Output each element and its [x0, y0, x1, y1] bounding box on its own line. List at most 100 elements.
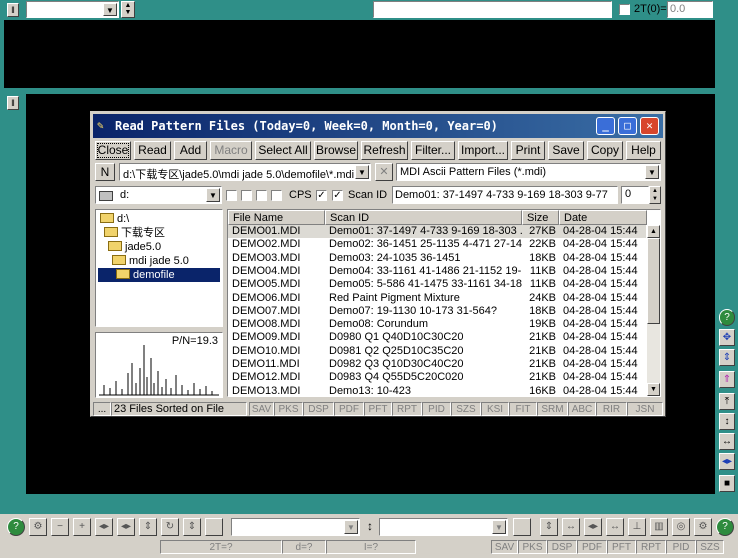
bottom-status-tag[interactable]: DSP [547, 540, 577, 554]
move-up-icon[interactable]: ↕ [719, 413, 735, 430]
column-scan-id[interactable]: Scan ID [325, 210, 522, 225]
move-horizontal-icon[interactable]: ↔ [719, 433, 735, 450]
refresh-icon[interactable]: ↻ [161, 518, 179, 536]
status-tag[interactable]: DSP [303, 402, 334, 416]
tree-item-downloads[interactable]: 下载专区 [104, 226, 165, 240]
help-icon[interactable]: ? [7, 518, 25, 536]
drive-combo[interactable]: d: ▼ [95, 186, 222, 204]
shift-horizontal-icon[interactable]: ◂▸ [95, 518, 113, 536]
horizontal-scale-icon[interactable]: ↔ [562, 518, 580, 536]
scroll-down-button[interactable]: ▼ [647, 383, 660, 396]
tree-item-root[interactable]: d:\ [100, 212, 129, 226]
stop-icon[interactable]: ■ [719, 475, 735, 492]
top-field[interactable] [373, 1, 612, 18]
file-row[interactable]: DEMO08.MDI Demo08: Corundum 19KB 04-28-04 1… [228, 318, 646, 331]
option-checkbox-2[interactable] [241, 190, 252, 201]
twotheta-value[interactable]: 0.0 [667, 1, 713, 18]
clear-path-button[interactable]: ✕ [375, 163, 393, 181]
move-top-icon[interactable]: ⤒ [719, 393, 735, 410]
chevron-down-icon[interactable]: ▼ [344, 520, 358, 534]
file-row[interactable]: DEMO09.MDI D0980 Q1 Q40D10C30C20 21KB 04-28… [228, 331, 646, 344]
status-tag[interactable]: PKS [274, 402, 303, 416]
scan-id-field[interactable]: Demo01: 37-1497 4-733 9-169 18-303 9-77 [392, 186, 618, 204]
close-window-button[interactable]: ✕ [640, 117, 659, 135]
compress-vertical-icon[interactable]: ⇕ [719, 349, 735, 366]
read-button[interactable]: Read [134, 141, 171, 160]
scroll-horizontal-icon[interactable]: ◂▸ [719, 453, 735, 470]
help-icon-2[interactable]: ? [716, 518, 734, 536]
scroll-thumb[interactable] [647, 238, 660, 324]
peak-icon[interactable]: ⊥ [628, 518, 646, 536]
status-tag[interactable]: PFT [364, 402, 392, 416]
status-tag[interactable]: KSI [481, 402, 509, 416]
close-button[interactable]: Close [95, 141, 131, 160]
macro-button[interactable]: Macro [210, 141, 252, 160]
select-all-button[interactable]: Select All [255, 141, 311, 160]
file-row[interactable]: DEMO03.MDI Demo03: 24-1035 36-1451 18KB 04-… [228, 252, 646, 265]
status-tag[interactable]: SZS [451, 402, 481, 416]
chevron-down-icon[interactable]: ▼ [492, 520, 506, 534]
plus-icon[interactable]: + [73, 518, 91, 536]
bar-chart-icon[interactable]: ▥ [650, 518, 668, 536]
status-tag[interactable]: SRM [537, 402, 568, 416]
chevron-down-icon[interactable]: ▼ [103, 3, 117, 16]
filter-button[interactable]: Filter... [411, 141, 455, 160]
tree-item-demofile[interactable]: demofile [98, 268, 220, 282]
file-row[interactable]: DEMO06.MDI Red Paint Pigment Mixture 24KB 0… [228, 292, 646, 305]
file-row[interactable]: DEMO02.MDI Demo02: 36-1451 25-1135 4-471 … [228, 238, 646, 251]
file-row[interactable]: DEMO12.MDI D0983 Q4 Q55D5C20C020 21KB 04-28… [228, 371, 646, 384]
cps-checkbox[interactable]: ✓ [316, 190, 327, 201]
bottom-status-tag[interactable]: PID [666, 540, 696, 554]
dialog-title-bar[interactable]: ✎ Read Pattern Files (Today=0, Week=0, M… [93, 114, 663, 138]
column-file-name[interactable]: File Name [228, 210, 325, 225]
option-checkbox-4[interactable] [271, 190, 282, 201]
bottom-status-tag[interactable]: PKS [518, 540, 547, 554]
scan-id-checkbox[interactable]: ✓ [332, 190, 343, 201]
bottom-status-tag[interactable]: PFT [607, 540, 636, 554]
save-button[interactable]: Save [548, 141, 584, 160]
bottom-status-tag[interactable]: RPT [636, 540, 666, 554]
spin-value[interactable]: 0 [621, 186, 649, 204]
top-combo[interactable]: ▼ [26, 1, 119, 18]
path-n-button[interactable]: N [95, 163, 115, 181]
top-spin[interactable]: ▲ ▼ [121, 1, 135, 18]
tree-item-mdi-jade[interactable]: mdi jade 5.0 [112, 254, 189, 268]
split-icon[interactable]: ↕ [364, 519, 376, 535]
import-button[interactable]: Import... [458, 141, 508, 160]
bottom-status-tag[interactable]: SAV [491, 540, 518, 554]
vertical-scale-icon[interactable]: ⇕ [540, 518, 558, 536]
bottom-combo-2[interactable]: ▼ [379, 518, 508, 536]
vertical-arrows-icon[interactable]: ⇕ [183, 518, 201, 536]
help-icon[interactable]: ? [719, 309, 735, 326]
bottom-status-tag[interactable]: SZS [696, 540, 724, 554]
twotheta-checkbox[interactable] [619, 4, 630, 15]
minimize-button[interactable]: _ [596, 117, 615, 135]
lower-panel-handle[interactable]: ‖ [7, 96, 19, 110]
browse-button[interactable]: Browse [314, 141, 358, 160]
status-tag[interactable]: RIR [596, 402, 627, 416]
gear-icon[interactable]: ⚙ [29, 518, 47, 536]
print-button[interactable]: Print [511, 141, 545, 160]
file-list[interactable]: File Name Scan ID Size Date DEMO01.MDI De… [227, 209, 661, 397]
horizontal-move-icon[interactable]: ◂▸ [584, 518, 602, 536]
status-tag[interactable]: JSN [627, 402, 663, 416]
shift-icon[interactable]: ↔ [606, 518, 624, 536]
copy-button[interactable]: Copy [587, 141, 623, 160]
expand-vertical-icon[interactable]: ⇑ [719, 371, 735, 388]
path-combo[interactable]: d:\下载专区\jade5.0\mdi jade 5.0\demofile\*.… [119, 163, 371, 181]
chevron-down-icon[interactable]: ▼ [645, 165, 659, 179]
column-size[interactable]: Size [522, 210, 559, 225]
list-scrollbar[interactable]: ▲ ▼ [647, 225, 660, 396]
upper-panel-handle[interactable]: ‖ [7, 3, 19, 17]
maximize-button[interactable]: □ [618, 117, 637, 135]
minus-icon[interactable]: − [51, 518, 69, 536]
status-tag[interactable]: SAV [249, 402, 274, 416]
scale-vertical-icon[interactable]: ⇕ [139, 518, 157, 536]
chevron-down-icon[interactable]: ▼ [355, 165, 369, 179]
bottom-combo-1[interactable]: ▼ [231, 518, 360, 536]
tree-item-jade[interactable]: jade5.0 [108, 240, 161, 254]
status-tag[interactable]: PDF [334, 402, 364, 416]
add-button[interactable]: Add [174, 141, 207, 160]
column-date[interactable]: Date [559, 210, 647, 225]
file-row[interactable]: DEMO05.MDI Demo05: 5-586 41-1475 33-1161 … [228, 278, 646, 291]
